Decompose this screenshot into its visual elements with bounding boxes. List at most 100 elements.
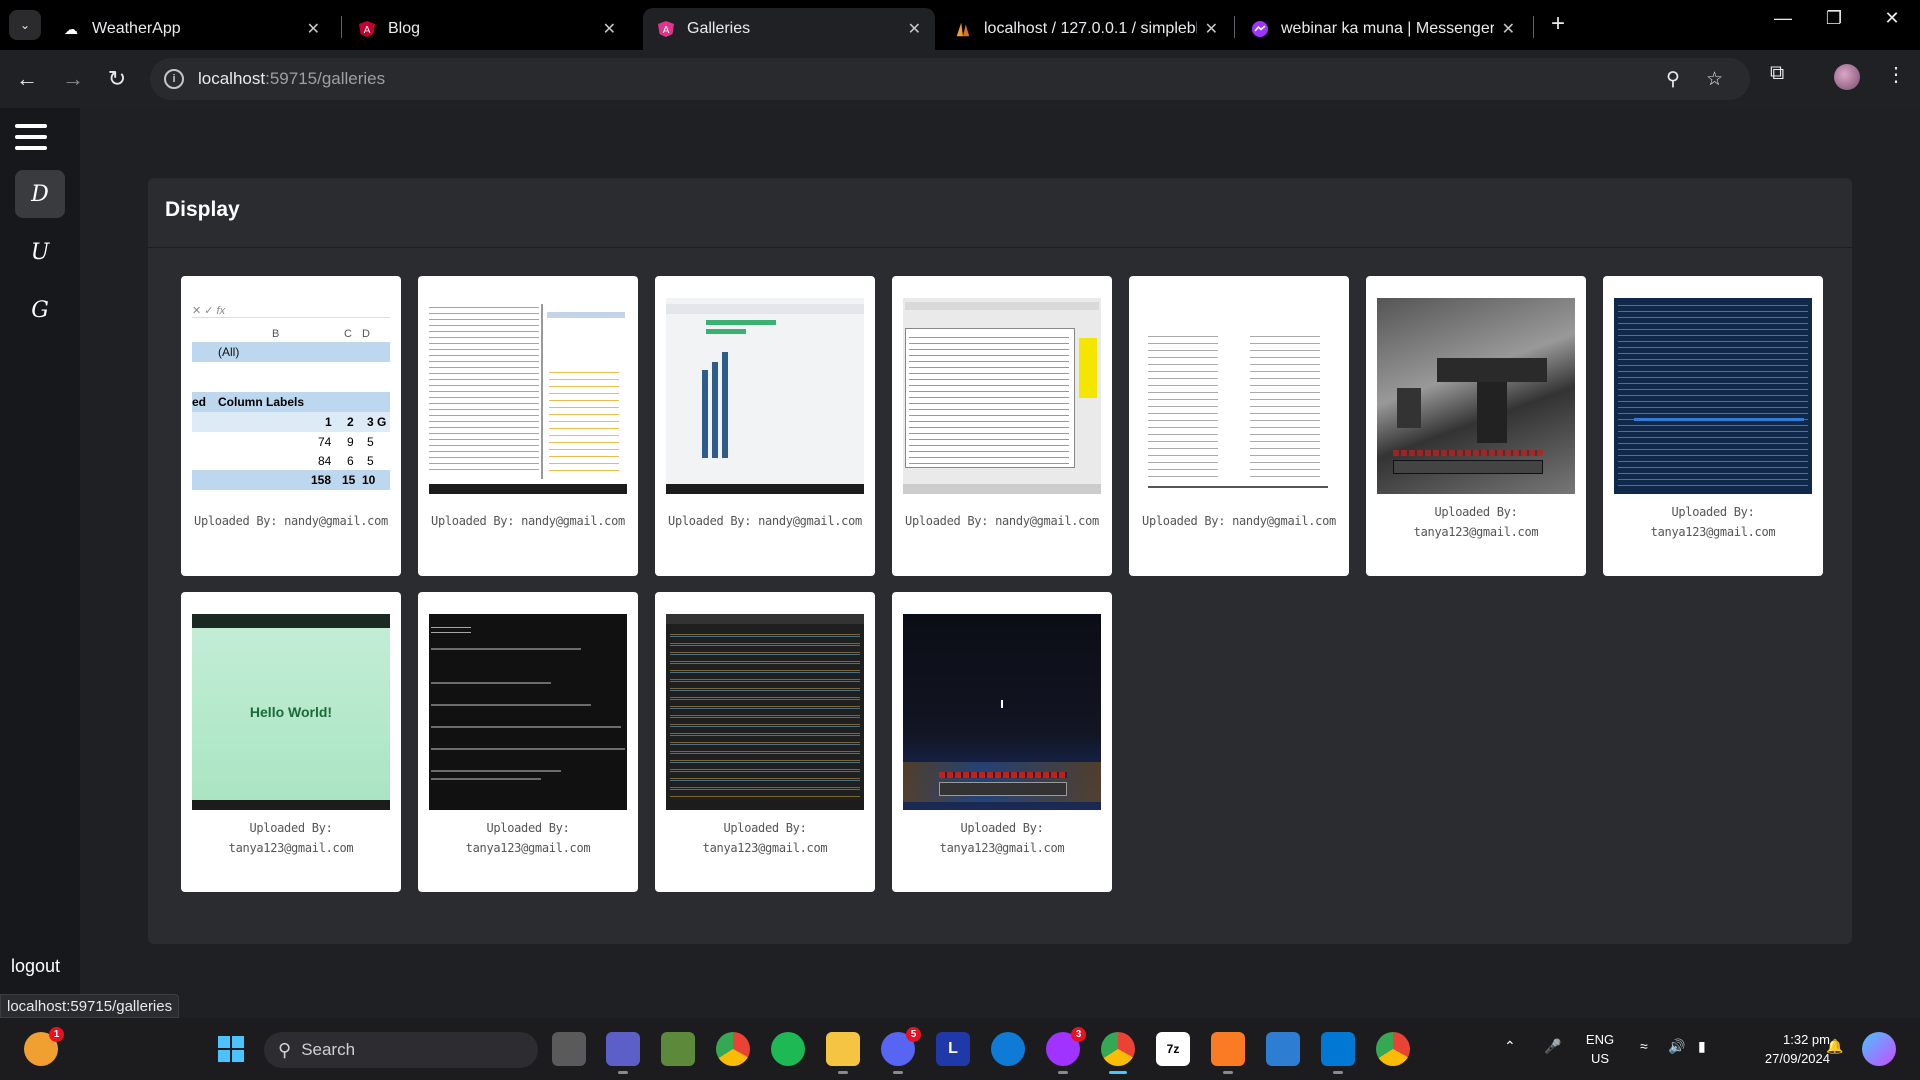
url-host: localhost (198, 69, 266, 88)
logout-link[interactable]: logout (11, 956, 60, 977)
uploader-caption: Uploaded By: nandy@gmail.com (194, 514, 388, 528)
gallery-image[interactable]: ✕ ✓ fx B C D (All) ed Column Labels 1 2 … (192, 298, 390, 494)
vscode-icon[interactable] (1321, 1032, 1355, 1074)
wifi-icon[interactable]: ≈ (1640, 1038, 1648, 1054)
gallery-card[interactable]: ✕ ✓ fx B C D (All) ed Column Labels 1 2 … (181, 276, 401, 576)
gallery-image[interactable] (429, 298, 627, 494)
tab-search-button[interactable]: ⌄ (9, 10, 41, 40)
sidebar-link-display[interactable]: D (15, 170, 65, 218)
gallery-card[interactable]: Uploaded By: tanya123@gmail.com (1366, 276, 1586, 576)
file-explorer-icon[interactable] (826, 1032, 860, 1074)
gallery-card[interactable]: Uploaded By: nandy@gmail.com (1129, 276, 1349, 576)
info-icon[interactable]: i (164, 69, 184, 89)
close-window-button[interactable]: ✕ (1872, 8, 1912, 29)
uploader-caption: Uploaded By: nandy@gmail.com (1142, 514, 1336, 528)
gallery-card[interactable]: Uploaded By: nandy@gmail.com (418, 276, 638, 576)
volume-icon[interactable]: 🔊 (1668, 1038, 1685, 1055)
arrow-left-icon: ← (16, 66, 38, 91)
gallery-image[interactable] (903, 614, 1101, 810)
tab-weatherapp[interactable]: ☁ WeatherApp ✕ (48, 8, 334, 50)
gallery-image[interactable] (429, 614, 627, 810)
messenger-icon[interactable]: 3 (1046, 1027, 1086, 1074)
uploader-caption: Uploaded By: nandy@gmail.com (905, 514, 1099, 528)
new-tab-button[interactable]: + (1544, 10, 1572, 38)
tab-strip: ⌄ ☁ WeatherApp ✕ A Blog ✕ A Galleries ✕ … (0, 0, 1920, 50)
gallery-image[interactable] (1377, 298, 1575, 494)
xampp-icon[interactable] (1211, 1032, 1245, 1074)
minecraft-icon[interactable] (661, 1032, 695, 1066)
chrome-secondary-icon[interactable] (1376, 1032, 1410, 1066)
address-bar[interactable]: i localhost:59715/galleries ⚲ ☆ (150, 58, 1750, 100)
tab-title: Blog (388, 20, 421, 37)
gallery-card[interactable]: Uploaded By: tanya123@gmail.com (892, 592, 1112, 892)
restore-button[interactable]: ❐ (1814, 8, 1854, 29)
7zip-icon[interactable]: 7z (1156, 1032, 1190, 1066)
language-indicator[interactable]: ENG US (1580, 1030, 1620, 1068)
task-view-icon[interactable] (552, 1032, 586, 1066)
gallery-card[interactable]: Hello World! Uploaded By: tanya123@gmail.… (181, 592, 401, 892)
battery-icon[interactable]: ▮ (1698, 1038, 1706, 1055)
edge-icon[interactable] (991, 1032, 1025, 1066)
extensions-icon[interactable]: ⧉ (1770, 62, 1784, 85)
zoom-icon[interactable]: ⚲ (1666, 68, 1680, 91)
teams-icon[interactable] (606, 1032, 640, 1074)
reload-button[interactable]: ↻ (102, 64, 132, 94)
close-icon[interactable]: ✕ (1502, 19, 1515, 39)
close-icon[interactable]: ✕ (307, 19, 320, 39)
photos-icon[interactable] (1266, 1032, 1300, 1066)
svg-text:A: A (663, 25, 670, 36)
tab-galleries[interactable]: A Galleries ✕ (643, 8, 935, 50)
uploader-caption: Uploaded By: tanya123@gmail.com (939, 821, 1065, 855)
chevron-up-icon[interactable]: ⌃ (1504, 1038, 1516, 1055)
chrome-icon[interactable] (716, 1032, 750, 1066)
profile-avatar[interactable] (1834, 64, 1860, 90)
minimize-button[interactable]: — (1763, 8, 1803, 29)
copilot-icon[interactable] (1862, 1032, 1896, 1066)
notifications-bell-icon[interactable]: 🔔 (1826, 1038, 1843, 1055)
gallery-card[interactable]: Uploaded By: nandy@gmail.com (892, 276, 1112, 576)
chevron-down-icon: ⌄ (19, 18, 31, 32)
gallery-image[interactable] (1614, 298, 1812, 494)
gallery-image[interactable] (666, 298, 864, 494)
discord-icon[interactable]: 5 (881, 1027, 921, 1074)
windows-icon (218, 1036, 244, 1062)
panel-header: Display (148, 178, 1852, 248)
start-button[interactable] (214, 1032, 248, 1066)
minimize-icon: — (1774, 8, 1792, 28)
gallery-image[interactable] (1140, 298, 1338, 494)
l-app-icon[interactable]: L (936, 1032, 970, 1066)
spotify-icon[interactable] (771, 1032, 805, 1066)
weather-widget-icon[interactable]: 1 (24, 1027, 64, 1066)
menu-dots-icon[interactable]: ⋮ (1886, 62, 1906, 87)
clock[interactable]: 1:32 pm 27/09/2024 (1750, 1030, 1830, 1068)
microphone-icon[interactable]: 🎤 (1544, 1038, 1561, 1055)
bookmark-star-icon[interactable]: ☆ (1706, 68, 1723, 91)
uploader-caption: Uploaded By: tanya123@gmail.com (702, 821, 828, 855)
gallery-card[interactable]: Uploaded By: tanya123@gmail.com (655, 592, 875, 892)
excel-column-header: C (344, 328, 352, 340)
tab-blog[interactable]: A Blog ✕ (344, 8, 630, 50)
gallery-image[interactable] (903, 298, 1101, 494)
close-icon[interactable]: ✕ (908, 19, 921, 39)
tab-separator (341, 16, 342, 38)
taskbar-search[interactable]: ⚲ Search (264, 1032, 538, 1068)
sidebar-link-users[interactable]: U (15, 228, 65, 276)
gallery-image[interactable] (666, 614, 864, 810)
tab-messenger[interactable]: webinar ka muna | Messenger ✕ (1237, 8, 1529, 50)
excel-header-row: ed Column Labels (192, 392, 390, 412)
close-icon[interactable]: ✕ (1205, 19, 1218, 39)
reload-icon: ↻ (107, 66, 127, 91)
gallery-image[interactable]: Hello World! (192, 614, 390, 810)
chrome-profile-icon[interactable] (1101, 1032, 1135, 1074)
close-icon[interactable]: ✕ (603, 19, 616, 39)
forward-button[interactable]: → (58, 64, 88, 94)
sidebar-link-galleries[interactable]: G (15, 286, 65, 334)
back-button[interactable]: ← (12, 64, 42, 94)
hamburger-menu-icon[interactable] (15, 124, 47, 152)
gallery-card[interactable]: Uploaded By: tanya123@gmail.com (1603, 276, 1823, 576)
plus-icon: + (1550, 10, 1565, 37)
tab-phpmyadmin[interactable]: localhost / 127.0.0.1 / simpleblog ✕ (940, 8, 1232, 50)
status-url-tooltip: localhost:59715/galleries (0, 994, 180, 1018)
gallery-card[interactable]: Uploaded By: nandy@gmail.com (655, 276, 875, 576)
gallery-card[interactable]: Uploaded By: tanya123@gmail.com (418, 592, 638, 892)
